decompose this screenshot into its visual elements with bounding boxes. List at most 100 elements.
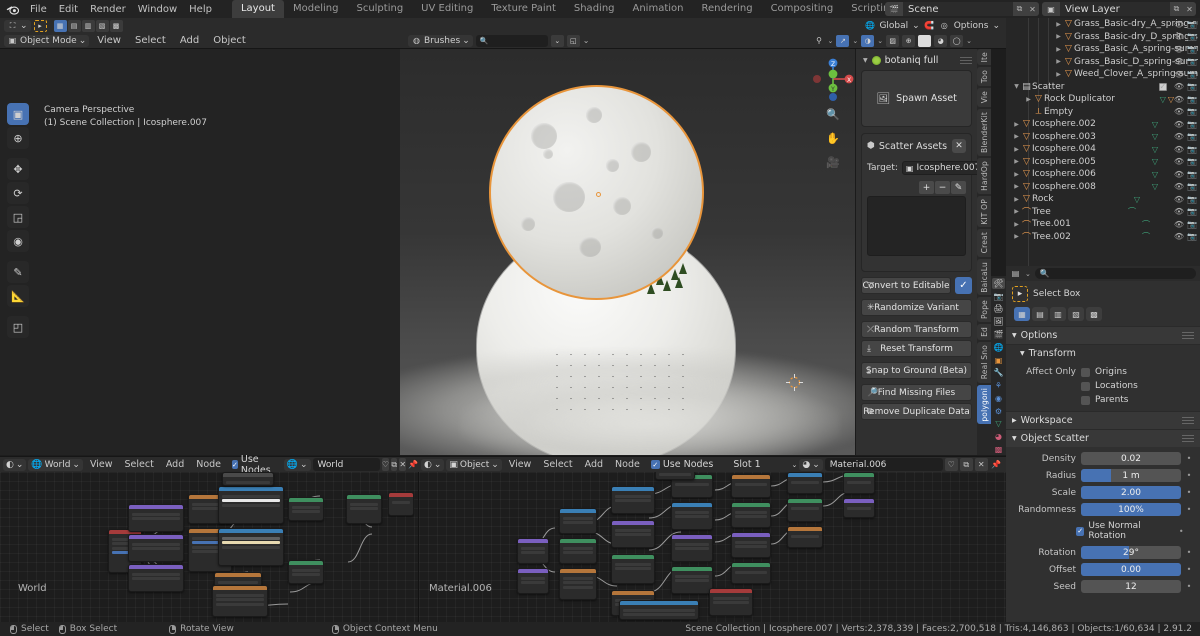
node-mix-rgb-a[interactable] [288,497,324,521]
outliner-row-grass-basic-dry-a[interactable]: ▶ ▽ Grass_Basic-dry_A_spring-su... 👁 📷 [1006,18,1200,31]
material-datablock-name[interactable]: Material.006 [824,458,943,471]
animate-dot-icon[interactable]: • [1178,527,1184,536]
shader-menu-select-left[interactable]: Select [120,459,159,470]
brush-search-input[interactable]: 🔍 [475,34,548,47]
render-camera-icon[interactable]: 📷 [1187,182,1197,191]
new-view-layer-icon[interactable]: ⧉ [1170,2,1183,16]
add-cube-tool[interactable]: ◰ [7,316,29,338]
brush-dropdown-icon[interactable]: ⌄ [550,34,564,47]
outliner-row-icosphere-003[interactable]: ▶ ▽ Icosphere.003 ▽ 👁 📷 [1006,131,1200,144]
new-datablock-icon[interactable]: ⧉ [391,458,398,471]
animate-dot-icon[interactable]: • [1186,505,1192,514]
visibility-eye-icon[interactable]: 👁 [1174,220,1184,229]
world-datablock-name[interactable]: World [312,458,380,471]
outliner-row-scatter-collection[interactable]: ▼ ▤ Scatter ✓ 👁 📷 [1006,81,1200,94]
render-properties-tab[interactable]: 📷 [992,291,1005,302]
render-camera-icon[interactable]: 📷 [1187,120,1197,129]
tab-uv-editing[interactable]: UV Editing [412,0,482,18]
node-mat-g[interactable] [611,520,655,548]
properties-search-input[interactable]: 🔍 [1034,268,1196,279]
pin-icon[interactable]: 📌 [990,458,1003,471]
pin-icon[interactable]: 📌 [408,458,418,471]
shader-menu-add-right[interactable]: Add [580,459,608,470]
offset-field[interactable]: 0.00 [1081,563,1181,576]
visibility-eye-icon[interactable]: 👁 [1174,120,1184,129]
section-transform[interactable]: ▼ Transform [1006,344,1200,362]
view-layer-selector[interactable]: ▣ View Layer ⧉ ✕ [1042,2,1196,16]
vtab-real-snow[interactable]: Real Sno [977,342,991,383]
section-workspace[interactable]: ▶ Workspace [1006,411,1200,429]
texture-properties-tab[interactable]: ▩ [992,444,1005,455]
shader-menu-select-right[interactable]: Select [538,459,577,470]
render-camera-icon[interactable]: 📷 [1187,170,1197,179]
select-box-tool[interactable]: ▣ [7,103,29,125]
close-icon[interactable]: ✕ [952,139,966,153]
vtab-view[interactable]: Vie [977,88,991,107]
scale-tool[interactable]: ◲ [7,206,29,228]
viewport-3d-scene[interactable] [400,49,855,455]
node-mat-m[interactable] [671,566,713,594]
navigation-gizmo[interactable]: Z X Y [810,56,856,102]
transform-tool[interactable]: ◉ [7,230,29,252]
disclosure-icon[interactable]: ▶ [1012,183,1021,190]
outliner-row-tree-001[interactable]: ▶ ⌒ Tree.001 ⌒ 👁 📷 [1006,218,1200,231]
shader-type-selector-right[interactable]: ▣ Object ⌄ [446,458,502,471]
select-set-icon[interactable]: ▦ [53,19,67,32]
disclosure-icon[interactable]: ▼ [1012,83,1021,90]
disclosure-icon[interactable]: ▶ [1054,46,1063,53]
section-object-scatter[interactable]: ▼ Object Scatter [1006,429,1200,447]
scene-selector[interactable]: 🎬 Scene ⧉ ✕ [885,2,1039,16]
visibility-eye-icon[interactable]: 👁 [1174,95,1184,104]
subtract-icon[interactable]: ▥ [1050,307,1066,321]
brush-selector[interactable]: ◍ Brushes ⌄ [408,34,473,47]
disclosure-icon[interactable]: ▶ [1012,221,1021,228]
vtab-baicalu[interactable]: BaicaLu [977,258,991,296]
render-camera-icon[interactable]: 📷 [1187,20,1197,29]
node-mat-u[interactable] [787,526,823,548]
outliner-row-icosphere-008[interactable]: ▶ ▽ Icosphere.008 ▽ 👁 📷 [1006,181,1200,194]
constraint-properties-tab[interactable]: ⚙ [992,406,1005,417]
shader-menu-node-left[interactable]: Node [191,459,226,470]
node-mat-n[interactable] [731,474,771,498]
add-asset-icon[interactable]: + [919,181,934,194]
menu-window[interactable]: Window [132,2,183,17]
delete-scene-icon[interactable]: ✕ [1026,2,1039,16]
render-camera-icon[interactable]: 📷 [1187,32,1197,41]
random-transform-button[interactable]: ⤫ Random Transform [861,321,972,338]
edit-asset-icon[interactable]: ✎ [951,181,966,194]
world-node-canvas[interactable]: World [0,472,418,622]
node-mat-b[interactable] [517,568,549,594]
material-properties-tab[interactable]: ◕ [992,431,1005,442]
outliner-row-icosphere-004[interactable]: ▶ ▽ Icosphere.004 ▽ 👁 📷 [1006,143,1200,156]
fake-user-icon[interactable]: ♡ [944,458,958,471]
find-missing-files-button[interactable]: 🔎 Find Missing Files [861,384,972,401]
vtab-edit[interactable]: Ed [977,324,991,341]
viewport-menu-add[interactable]: Add [174,34,205,47]
outliner-row-tree[interactable]: ▶ ⌒ Tree ⌒ 👁 📷 [1006,206,1200,219]
node-mat-t[interactable] [787,498,823,522]
scale-field[interactable]: 2.00 [1081,486,1181,499]
visibility-eye-icon[interactable]: 👁 [1174,145,1184,154]
locations-checkbox[interactable] [1081,381,1090,391]
visibility-eye-icon[interactable]: 👁 [1174,170,1184,179]
tab-sculpting[interactable]: Sculpting [347,0,412,18]
parents-checkbox[interactable] [1081,395,1090,405]
outliner-row-empty[interactable]: ⟂ Empty 👁 📷 [1006,106,1200,119]
annotate-tool[interactable]: ✎ [7,261,29,283]
visibility-eye-icon[interactable]: 👁 [1174,232,1184,241]
properties-panel[interactable]: ▸ Select Box ▦ ▤ ▥ ▧ ▩ ▼ Options ▼ Trans… [1006,281,1200,622]
render-camera-icon[interactable]: 📷 [1187,145,1197,154]
viewport-menu-view[interactable]: View [91,34,127,47]
outliner-row-rock-duplicator[interactable]: ▶ ▽ Rock Duplicator ▽ ▽ 👁 📷 [1006,93,1200,106]
move-tool[interactable]: ✥ [7,158,29,180]
render-camera-icon[interactable]: 📷 [1187,95,1197,104]
shading-solid-icon[interactable] [918,34,932,47]
shader-menu-view-left[interactable]: View [85,459,118,470]
node-mat-o[interactable] [731,502,771,528]
transform-orientation-value[interactable]: Global [879,21,908,31]
node-mat-f[interactable] [611,486,655,514]
disclosure-icon[interactable]: ▶ [1024,96,1033,103]
delete-view-layer-icon[interactable]: ✕ [1183,2,1196,16]
density-field[interactable]: 0.02 [1081,452,1181,465]
visibility-eye-icon[interactable]: 👁 [1174,70,1184,79]
